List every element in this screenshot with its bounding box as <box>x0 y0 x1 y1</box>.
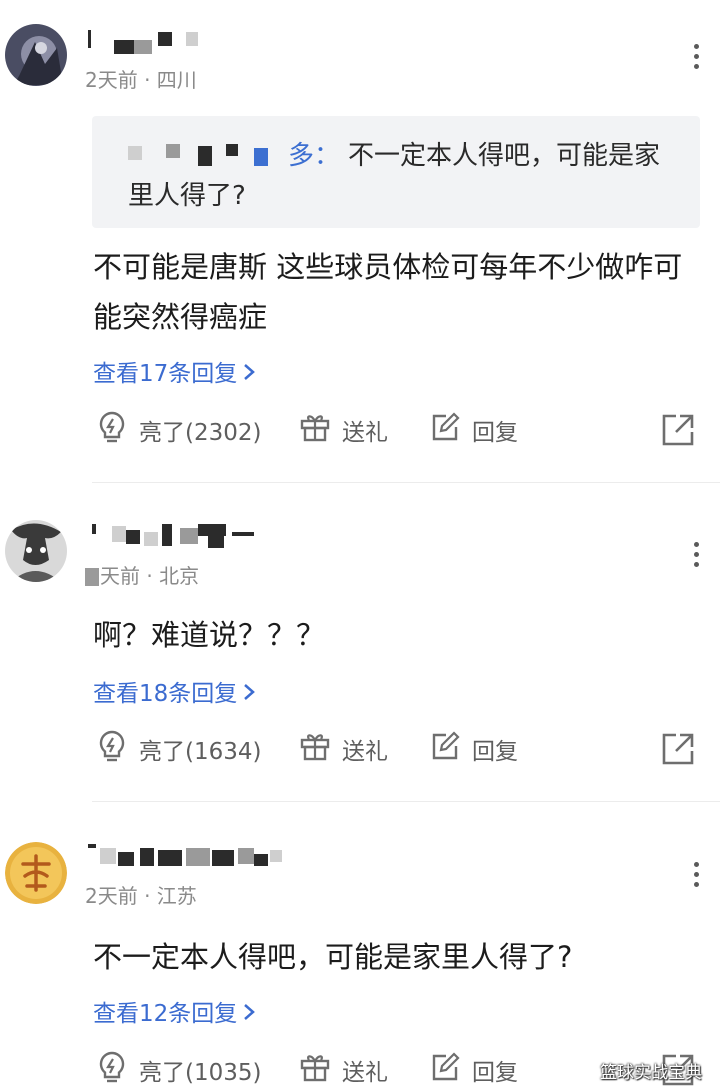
username-blurred[interactable] <box>88 26 288 56</box>
reply-label: 回复 <box>472 1060 518 1086</box>
gift-icon <box>298 1050 342 1090</box>
gift-button[interactable]: 送礼 <box>298 410 388 450</box>
gift-icon <box>298 729 342 769</box>
view-replies-label: 查看17条回复 <box>93 361 238 387</box>
reply-button[interactable]: 回复 <box>428 729 518 769</box>
comment-item-2: 天前 · 北京 啊？难道说？？？ 查看18条回复 亮了(1634) 送礼 回复 <box>0 500 720 802</box>
like-button[interactable]: 亮了(2302) <box>95 410 261 450</box>
like-button[interactable]: 亮了(1634) <box>95 729 261 769</box>
quoted-comment[interactable]: 多： 不一定本人得吧，可能是家里人得了? <box>92 116 700 228</box>
avatar[interactable] <box>5 520 67 582</box>
chevron-right-icon <box>243 681 256 707</box>
view-replies-link[interactable]: 查看12条回复 <box>93 994 256 1028</box>
view-replies-link[interactable]: 查看17条回复 <box>93 354 256 388</box>
share-icon[interactable] <box>660 731 696 767</box>
comment-text: 不可能是唐斯 这些球员体检可每年不少做咋可能突然得癌症 <box>93 250 683 334</box>
more-vertical-icon[interactable] <box>686 42 706 72</box>
gift-label: 送礼 <box>342 420 388 446</box>
comment-meta: 天前 · 北京 <box>100 564 200 588</box>
reply-label: 回复 <box>472 420 518 446</box>
username-blurred[interactable] <box>88 838 288 868</box>
gift-button[interactable]: 送礼 <box>298 1050 388 1090</box>
gift-label: 送礼 <box>342 739 388 765</box>
edit-icon <box>428 410 472 450</box>
comment-item-1: 2天前 · 四川 多： 不一定本人得吧，可能是家里人得了? 不可能是唐斯 这些球员… <box>0 0 720 483</box>
comment-text: 啊？难道说？？？ <box>93 618 326 652</box>
gift-icon <box>298 410 342 450</box>
avatar[interactable] <box>5 842 67 904</box>
divider <box>92 482 720 483</box>
username-blurred[interactable] <box>88 520 288 550</box>
meta-blur <box>85 568 99 586</box>
more-vertical-icon[interactable] <box>686 540 706 570</box>
view-replies-link[interactable]: 查看18条回复 <box>93 674 256 708</box>
gift-label: 送礼 <box>342 1060 388 1086</box>
comment-item-3: 2天前 · 江苏 不一定本人得吧，可能是家里人得了? 查看12条回复 亮了(10… <box>0 820 720 1092</box>
view-replies-label: 查看18条回复 <box>93 681 238 707</box>
edit-icon <box>428 1050 472 1090</box>
comment-meta: 2天前 · 四川 <box>85 68 197 92</box>
like-count: 亮了(1035) <box>139 1060 262 1086</box>
reply-button[interactable]: 回复 <box>428 410 518 450</box>
comment-actions: 亮了(1634) 送礼 回复 <box>0 729 720 769</box>
avatar[interactable] <box>5 24 67 86</box>
like-count: 亮了(1634) <box>139 739 262 765</box>
share-icon[interactable] <box>660 412 696 448</box>
reply-button[interactable]: 回复 <box>428 1050 518 1090</box>
lightbulb-icon <box>95 410 139 450</box>
lightbulb-icon <box>95 729 139 769</box>
quoted-username: 多： <box>288 141 341 171</box>
quoted-text: 不一定本人得吧，可能是家里人得了? <box>128 141 661 211</box>
comment-text: 不一定本人得吧，可能是家里人得了? <box>93 940 573 974</box>
like-count: 亮了(2302) <box>139 420 262 446</box>
view-replies-label: 查看12条回复 <box>93 1001 238 1027</box>
comment-actions: 亮了(2302) 送礼 回复 <box>0 410 720 450</box>
edit-icon <box>428 729 472 769</box>
more-vertical-icon[interactable] <box>686 860 706 890</box>
watermark: 篮球实战宝典 <box>600 1063 702 1083</box>
reply-label: 回复 <box>472 739 518 765</box>
chevron-right-icon <box>243 361 256 387</box>
comment-meta: 2天前 · 江苏 <box>85 884 197 908</box>
like-button[interactable]: 亮了(1035) <box>95 1050 261 1090</box>
chevron-right-icon <box>243 1001 256 1027</box>
gift-button[interactable]: 送礼 <box>298 729 388 769</box>
divider <box>92 801 720 802</box>
lightbulb-icon <box>95 1050 139 1090</box>
